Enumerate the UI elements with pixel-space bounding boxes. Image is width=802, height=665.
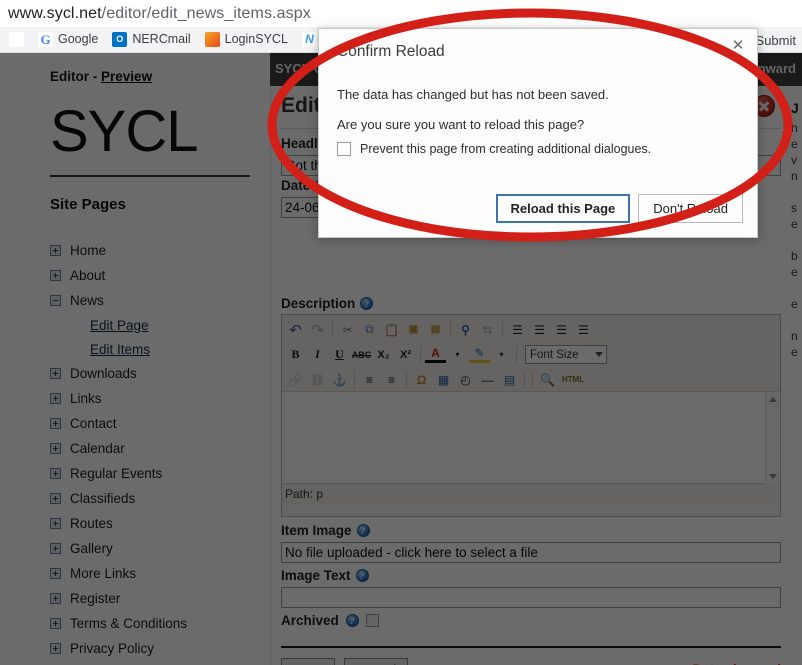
- bookmark-loginsycl[interactable]: LoginSYCL: [198, 29, 295, 51]
- edge-icon: [9, 32, 24, 47]
- dialog-actions: Reload this Page Don't Reload: [495, 194, 743, 223]
- confirm-reload-dialog: Confirm Reload ✕ The data has changed bu…: [318, 28, 758, 238]
- bookmark-google[interactable]: G Google: [31, 29, 105, 51]
- bookmark-edge[interactable]: [2, 29, 31, 51]
- onenote-icon: N: [301, 32, 317, 47]
- bookmark-nercmail[interactable]: O NERCmail: [105, 29, 197, 51]
- loginsycl-icon: [204, 32, 220, 47]
- prevent-dialogs-label: Prevent this page from creating addition…: [360, 142, 652, 156]
- screenshot-root: www.sycl.net/editor/edit_news_items.aspx…: [0, 0, 802, 665]
- prevent-dialogs-checkbox[interactable]: [337, 142, 351, 156]
- address-bar[interactable]: www.sycl.net/editor/edit_news_items.aspx: [0, 0, 802, 27]
- dialog-message-secondary: Are you sure you want to reload this pag…: [337, 117, 585, 132]
- dialog-title: Confirm Reload: [337, 43, 445, 60]
- url-path: /editor/edit_news_items.aspx: [101, 4, 311, 22]
- outlook-icon: O: [112, 32, 128, 47]
- google-icon: G: [38, 32, 53, 47]
- bookmark-label: LoginSYCL: [224, 32, 288, 47]
- bookmark-label: Google: [58, 32, 99, 47]
- close-icon[interactable]: ✕: [729, 37, 747, 55]
- url-host: www.sycl.net: [8, 4, 102, 22]
- reload-this-page-button[interactable]: Reload this Page: [495, 194, 631, 223]
- prevent-dialogs-row[interactable]: Prevent this page from creating addition…: [337, 142, 651, 156]
- bookmark-label: NERCmail: [132, 32, 191, 47]
- dialog-message-primary: The data has changed but has not been sa…: [337, 87, 609, 102]
- dont-reload-button[interactable]: Don't Reload: [638, 194, 743, 223]
